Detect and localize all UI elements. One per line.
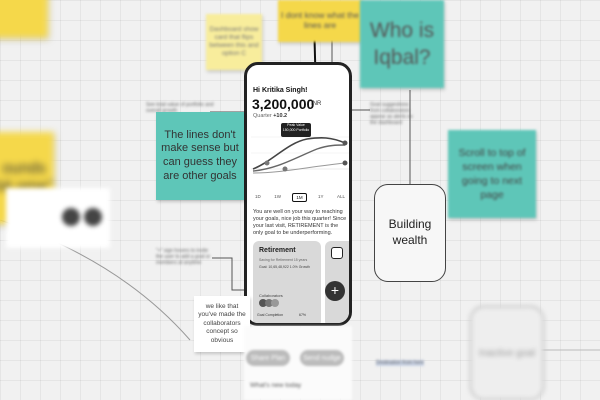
connector-icon-note xyxy=(212,257,244,291)
timeframe-chip[interactable]: 1D xyxy=(253,193,263,202)
goal-completion-label: Goal Completion xyxy=(257,313,284,317)
goal-card-subtitle: Saving for Retirement 15 years xyxy=(259,258,308,262)
send-nudge-button[interactable]: Send nudge xyxy=(300,350,344,366)
sticky-who-is-text: Who is Iqbal? xyxy=(369,18,435,69)
chart-point[interactable] xyxy=(282,166,288,172)
building-wealth-frame[interactable]: Building wealth xyxy=(374,184,446,282)
phone-mockup: Hi Kritika Singh! 3,200,000 INR Quarter … xyxy=(244,62,352,326)
whats-new-heading: What's new today xyxy=(250,382,302,389)
timeframe-chip[interactable]: 1Y xyxy=(316,193,326,202)
annotation-icon-invite: "+" sign hovers to invite the user to ad… xyxy=(156,248,211,266)
timeframe-chip[interactable]: ALL xyxy=(335,193,347,202)
sticky-note-lines[interactable]: The lines don't make sense but can guess… xyxy=(156,112,244,200)
annotation-destination: Destination from here xyxy=(376,360,424,366)
goal-completion-pct: 67% xyxy=(299,313,307,317)
goal-card-retirement[interactable]: Retirement Saving for Retirement 15 year… xyxy=(253,241,321,323)
timeframe-chips: 1D 1W 1M 1Y ALL xyxy=(253,193,347,202)
sticky-collaborators-text: we like that you've made the collaborato… xyxy=(198,302,246,344)
goal-icon xyxy=(331,247,343,259)
quarter-text: Quarter xyxy=(253,113,272,119)
timeframe-chip[interactable]: 1W xyxy=(272,193,283,202)
portfolio-chart[interactable]: Peak Value 150,000 Portfolio xyxy=(251,123,349,179)
avatar-card[interactable] xyxy=(6,188,110,248)
goal-card-meta: Goal: 10,65,48,922 1.0% Growth xyxy=(259,265,310,269)
chart-point[interactable] xyxy=(264,160,270,166)
sticky-lines-text: The lines don't make sense but can guess… xyxy=(161,128,239,182)
chart-point[interactable] xyxy=(342,140,348,146)
greeting: Hi Kritika Singh! xyxy=(253,87,308,94)
inactive-goal-frame[interactable]: Inactive goal xyxy=(470,306,544,400)
quarter-change: +10.2 xyxy=(273,113,288,119)
currency-label: INR xyxy=(311,101,322,107)
sticky-scroll-text: Scroll to top of screen when going to ne… xyxy=(458,146,526,202)
inactive-goal-text: Inactive goal xyxy=(478,347,536,359)
sticky-note-who-is[interactable]: Who is Iqbal? xyxy=(360,0,444,88)
sticky-note-scroll[interactable]: Scroll to top of screen when going to ne… xyxy=(448,130,536,218)
avatar xyxy=(271,299,279,307)
avatar xyxy=(62,208,80,226)
goal-card-title: Retirement xyxy=(259,247,296,254)
summary-text: You are well on your way to reaching you… xyxy=(253,209,347,237)
sticky-note-collaborators[interactable]: we like that you've made the collaborato… xyxy=(194,296,250,352)
chart-tooltip-value: 150,000 Portfolio xyxy=(282,127,310,132)
building-wealth-text: Building wealth xyxy=(388,217,432,247)
chart-line-secondary xyxy=(252,144,346,172)
quarter-label: Quarter +10.2 xyxy=(253,113,287,119)
avatar xyxy=(84,208,102,226)
add-fab-button[interactable]: + xyxy=(325,281,345,301)
collaborators-label: Collaborators xyxy=(259,293,283,298)
total-amount: 3,200,000 xyxy=(252,96,315,112)
chart-tooltip: Peak Value 150,000 Portfolio xyxy=(281,123,311,137)
sticky-dashboard-text: Dashboard show card that flips between t… xyxy=(209,26,259,57)
share-plan-button[interactable]: Share Plan xyxy=(246,350,290,366)
bottom-screen: Share Plan Send nudge What's new today xyxy=(244,326,352,400)
sticky-note-topleft[interactable] xyxy=(0,0,48,38)
sticky-dont-know-text: I dont know what the lines are xyxy=(281,10,359,30)
timeframe-chip-selected[interactable]: 1M xyxy=(292,193,307,202)
chart-point[interactable] xyxy=(342,160,348,166)
sticky-note-dont-know[interactable]: I dont know what the lines are xyxy=(278,0,362,42)
annotation-goal-suggestions: Goal suggestions from collaborators appe… xyxy=(370,102,413,126)
